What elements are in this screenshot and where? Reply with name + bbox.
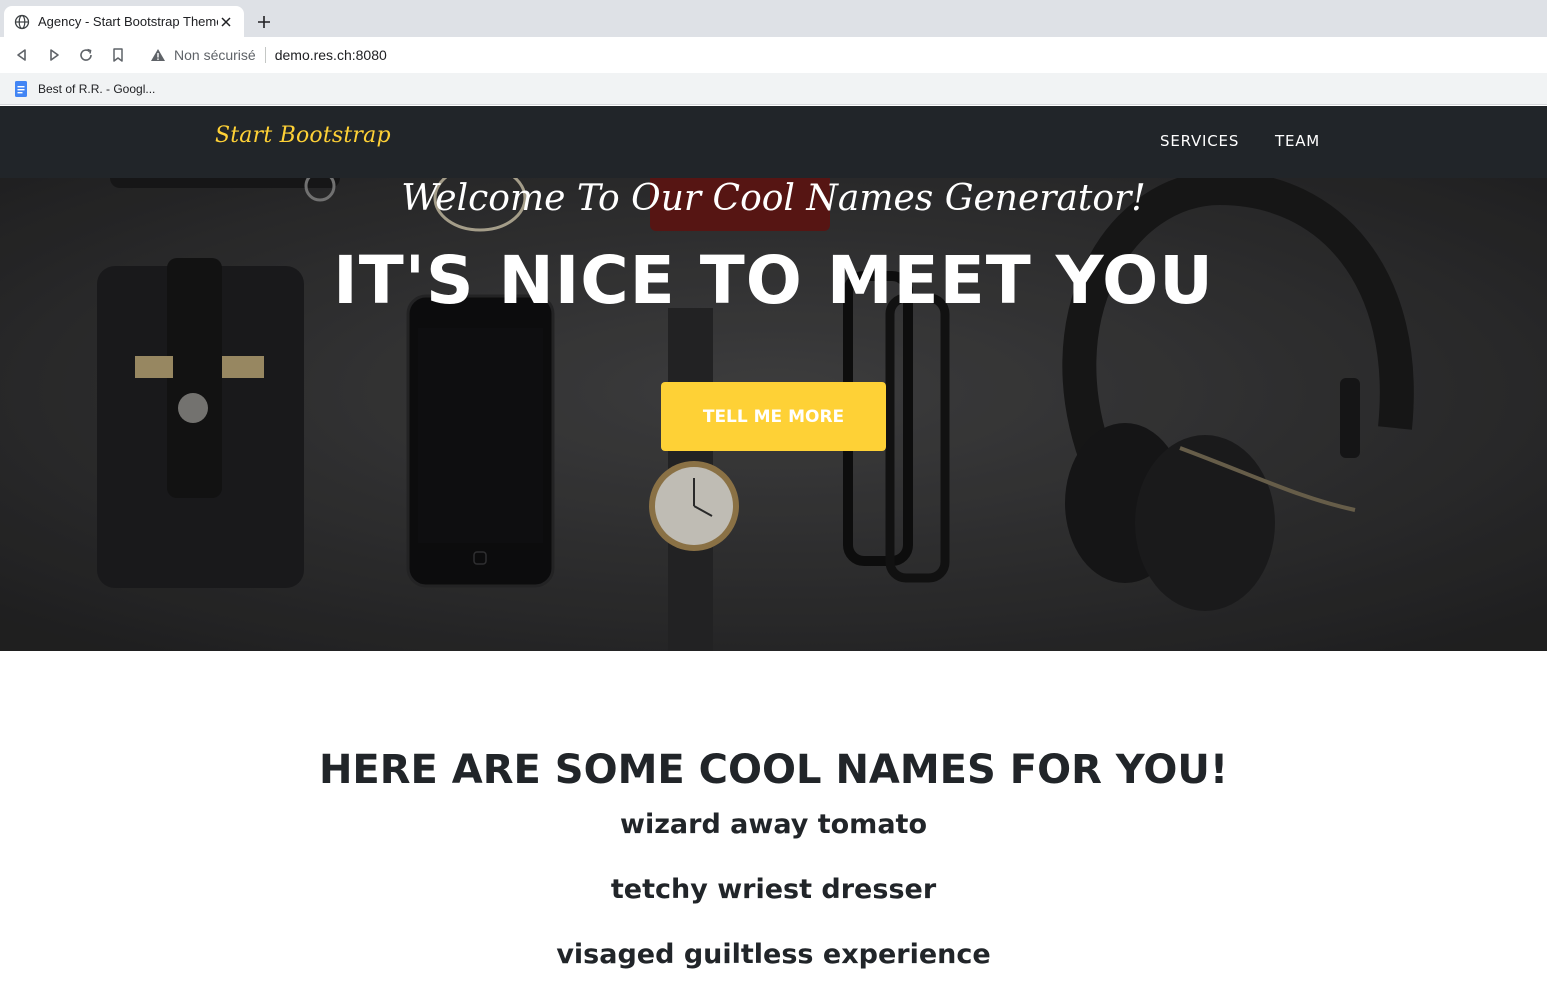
- google-docs-icon: [12, 80, 30, 98]
- hero-subheading: Welcome To Our Cool Names Generator!: [401, 178, 1146, 219]
- tab-title: Agency - Start Bootstrap Theme: [38, 14, 218, 29]
- name-item: visaged guiltless experience: [556, 939, 991, 970]
- url-text[interactable]: demo.res.ch:8080: [275, 47, 387, 63]
- names-heading: HERE ARE SOME COOL NAMES FOR YOU!: [318, 747, 1229, 793]
- bookmarks-bar: Best of R.R. - Googl...: [0, 73, 1547, 105]
- hero-section: Welcome To Our Cool Names Generator! IT'…: [0, 178, 1547, 651]
- not-secure-label: Non sécurisé: [174, 47, 256, 63]
- hero-heading: IT'S NICE TO MEET YOU: [333, 242, 1214, 319]
- brand-logo[interactable]: Start Bootstrap: [215, 123, 391, 148]
- close-icon[interactable]: [218, 14, 234, 30]
- address-divider: [264, 47, 266, 63]
- browser-tab-strip: Agency - Start Bootstrap Theme: [0, 0, 1547, 37]
- site-navbar: Start Bootstrap SERVICES TEAM: [0, 106, 1547, 178]
- reload-icon[interactable]: [76, 45, 96, 65]
- nav-link-services[interactable]: SERVICES: [1160, 132, 1239, 150]
- bookmark-icon[interactable]: [108, 45, 128, 65]
- forward-icon[interactable]: [44, 45, 64, 65]
- browser-tab[interactable]: Agency - Start Bootstrap Theme: [4, 6, 244, 37]
- bookmark-label: Best of R.R. - Googl...: [38, 82, 156, 96]
- warning-icon[interactable]: [150, 47, 166, 63]
- bookmark-item[interactable]: Best of R.R. - Googl...: [12, 78, 155, 100]
- browser-toolbar: Non sécurisé demo.res.ch:8080: [0, 37, 1547, 73]
- nav-link-team[interactable]: TEAM: [1275, 132, 1320, 150]
- name-item: tetchy wriest dresser: [610, 874, 937, 905]
- tell-me-more-button[interactable]: TELL ME MORE: [661, 382, 886, 451]
- names-section: HERE ARE SOME COOL NAMES FOR YOU! wizard…: [0, 651, 1547, 995]
- address-bar[interactable]: Non sécurisé demo.res.ch:8080: [140, 41, 1547, 69]
- globe-icon: [14, 14, 30, 30]
- new-tab-plus-icon[interactable]: [254, 12, 274, 32]
- back-icon[interactable]: [12, 45, 32, 65]
- name-item: wizard away tomato: [620, 809, 927, 840]
